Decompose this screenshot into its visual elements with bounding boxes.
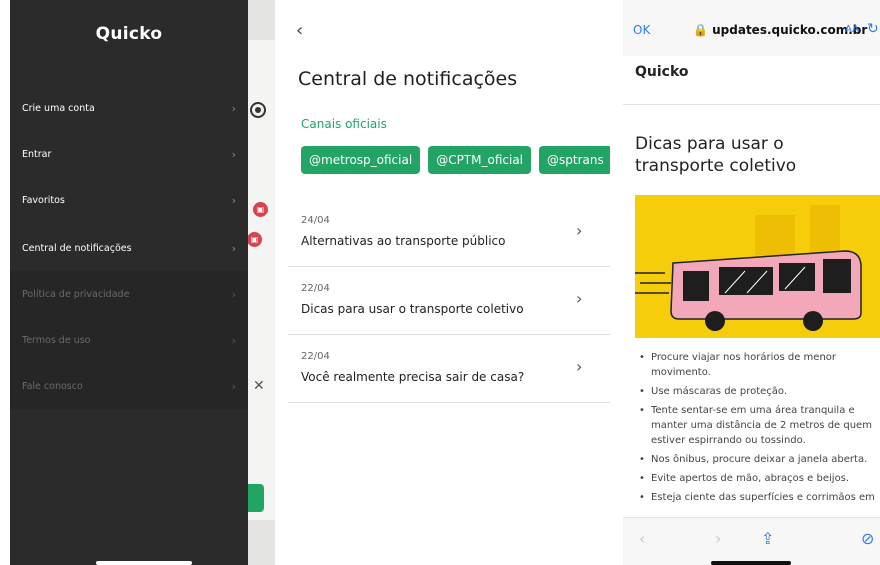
browser-toolbar: ‹ › ⇪ ⊘ — [623, 517, 880, 565]
notification-title: Dicas para usar o transporte coletivo — [301, 302, 524, 316]
back-button[interactable]: ‹ — [296, 20, 303, 41]
menu-item-label: Política de privacidade — [22, 288, 130, 300]
compass-icon[interactable]: ⊘ — [861, 529, 874, 548]
chevron-right-icon: › — [231, 333, 236, 347]
channel-chips: @metrosp_oficial @CPTM_oficial @sptrans — [301, 146, 610, 174]
menu-item-terms[interactable]: Termos de uso › — [10, 317, 248, 363]
channel-chip[interactable]: @metrosp_oficial — [301, 146, 421, 174]
chevron-right-icon: › — [576, 221, 583, 240]
text-size-button[interactable]: AA — [845, 24, 859, 35]
list-item: Procure viajar nos horários de menor mov… — [637, 350, 877, 380]
browser-screen: OK 🔒 updates.quicko.com.br AA ↻ Quicko D… — [623, 0, 880, 565]
channel-chip[interactable]: @sptrans — [539, 146, 610, 174]
channels-heading: Canais oficiais — [301, 117, 387, 131]
menu-item-label: Fale conosco — [22, 380, 83, 392]
menu-item-label: Central de notificações — [22, 242, 132, 254]
chevron-right-icon: › — [231, 101, 236, 115]
article-title: Dicas para usar o transporte coletivo — [635, 134, 797, 176]
chevron-right-icon: › — [231, 193, 236, 207]
map-action-button[interactable] — [248, 484, 264, 512]
home-indicator — [96, 561, 192, 565]
chevron-right-icon: › — [231, 241, 236, 255]
menu-item-create-account[interactable]: Crie uma conta › — [10, 85, 248, 131]
list-item: Tente sentar-se em uma área tranquila e … — [637, 403, 877, 448]
chevron-right-icon: › — [231, 379, 236, 393]
side-menu-screen: ▣ ▣ ✕ Quicko Crie uma conta › Entrar › F… — [10, 0, 275, 565]
list-item: Nos ônibus, procure deixar a janela aber… — [637, 452, 877, 467]
menu-item-favorites[interactable]: Favoritos › — [10, 177, 248, 223]
menu-item-label: Favoritos — [22, 194, 65, 206]
locate-icon[interactable] — [250, 102, 266, 118]
chevron-right-icon: › — [231, 287, 236, 301]
divider — [623, 104, 880, 105]
menu-item-label: Crie uma conta — [22, 102, 95, 114]
home-indicator — [711, 561, 791, 565]
side-menu: Quicko Crie uma conta › Entrar › Favorit… — [10, 0, 248, 565]
menu-item-login[interactable]: Entrar › — [10, 131, 248, 177]
menu-item-privacy-policy[interactable]: Política de privacidade › — [10, 271, 248, 317]
back-icon[interactable]: ‹ — [639, 529, 645, 548]
list-item: Evite apertos de mão, abraços e beijos. — [637, 471, 877, 486]
done-button[interactable]: OK — [633, 23, 650, 37]
notification-date: 22/04 — [301, 283, 330, 294]
notification-title: Alternativas ao transporte público — [301, 234, 506, 248]
bus-stop-pin-icon[interactable]: ▣ — [247, 232, 262, 247]
notification-date: 24/04 — [301, 215, 330, 226]
share-icon[interactable]: ⇪ — [761, 529, 774, 548]
site-logo: Quicko — [635, 64, 689, 80]
list-item: Use máscaras de proteção. — [637, 384, 877, 399]
notification-item[interactable]: 22/04 Você realmente precisa sair de cas… — [288, 336, 610, 403]
menu-item-contact[interactable]: Fale conosco › — [10, 363, 248, 409]
bus-illustration — [635, 195, 880, 338]
notification-title: Você realmente precisa sair de casa? — [301, 370, 525, 384]
chevron-right-icon: › — [576, 289, 583, 308]
notifications-screen: ‹ Central de notificações Canais oficiai… — [288, 0, 610, 565]
forward-icon[interactable]: › — [715, 529, 721, 548]
list-item: Esteja ciente das superfícies e corrimão… — [637, 490, 877, 505]
page-title: Central de notificações — [298, 68, 518, 90]
chevron-right-icon: › — [576, 357, 583, 376]
notification-item[interactable]: 24/04 Alternativas ao transporte público… — [288, 200, 610, 267]
browser-address-bar: OK 🔒 updates.quicko.com.br AA ↻ — [623, 0, 880, 56]
menu-item-label: Entrar — [22, 148, 52, 160]
menu-item-label: Termos de uso — [22, 334, 91, 346]
channel-chip[interactable]: @CPTM_oficial — [428, 146, 532, 174]
notification-date: 22/04 — [301, 351, 330, 362]
url-field[interactable]: 🔒 updates.quicko.com.br — [693, 23, 867, 37]
close-icon[interactable]: ✕ — [253, 378, 265, 394]
notification-item[interactable]: 22/04 Dicas para usar o transporte colet… — [288, 268, 610, 335]
bus-stop-pin-icon[interactable]: ▣ — [253, 202, 268, 217]
reload-icon[interactable]: ↻ — [867, 21, 879, 37]
menu-item-notifications[interactable]: Central de notificações › — [10, 225, 248, 271]
tips-list: Procure viajar nos horários de menor mov… — [637, 350, 877, 509]
app-logo: Quicko — [95, 24, 163, 44]
chevron-right-icon: › — [231, 147, 236, 161]
